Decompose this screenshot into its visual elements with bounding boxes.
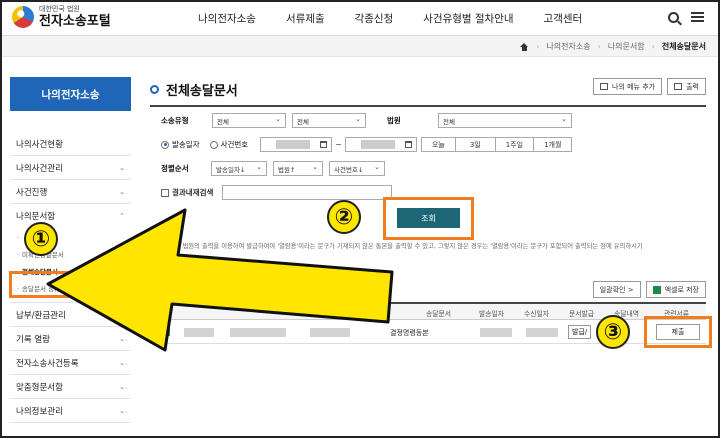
step-badge-2: ② bbox=[327, 200, 361, 234]
step-badge-1: ① bbox=[24, 222, 58, 256]
step-badge-3: ③ bbox=[596, 315, 630, 349]
